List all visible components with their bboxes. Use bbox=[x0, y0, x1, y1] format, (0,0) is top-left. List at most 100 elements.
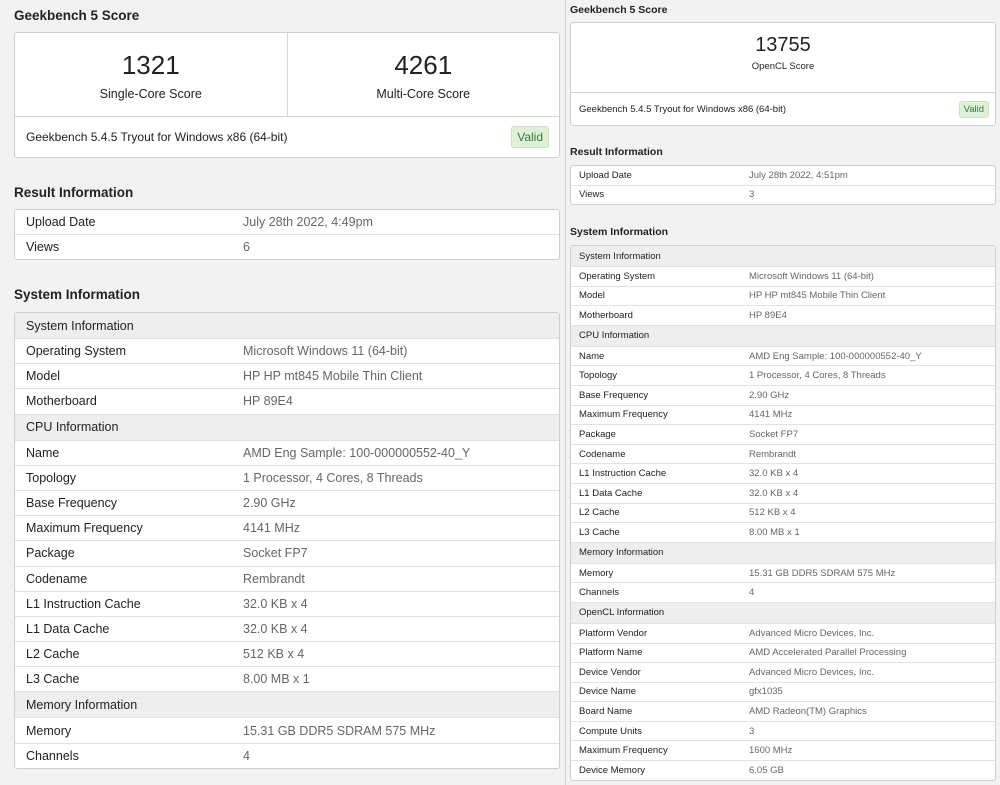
info-key: Motherboard bbox=[15, 388, 232, 415]
info-value: Microsoft Windows 11 (64-bit) bbox=[741, 266, 995, 287]
section-header-cpu-information: CPU Information bbox=[571, 325, 995, 347]
section-header-opencl-information: OpenCL Information bbox=[571, 602, 995, 624]
info-row-l1-data-cache: L1 Data Cache 32.0 KB x 4 bbox=[15, 616, 559, 643]
info-key: Codename bbox=[571, 444, 741, 465]
info-key: Channels bbox=[26, 748, 79, 763]
info-value: Advanced Micro Devices, Inc. bbox=[741, 662, 995, 683]
info-row-l1-instruction-cache: L1 Instruction Cache 32.0 KB x 4 bbox=[15, 591, 559, 617]
info-row-maximum-frequency: Maximum Frequency 4141 MHz bbox=[15, 515, 559, 542]
info-row-views: Views 6 bbox=[15, 235, 559, 260]
info-key: Package bbox=[15, 540, 232, 567]
info-value: Rembrandt bbox=[232, 566, 559, 592]
info-value: Socket FP7 bbox=[232, 540, 559, 567]
info-key: L3 Cache bbox=[15, 666, 232, 693]
system-info-title: System Information bbox=[570, 226, 669, 238]
info-value: HP HP mt845 Mobile Thin Client bbox=[741, 286, 995, 307]
info-value: AMD Accelerated Parallel Processing bbox=[741, 643, 995, 664]
info-row-motherboard: Motherboard HP 89E4 bbox=[15, 388, 559, 415]
info-row-device-memory: Device Memory 6.05 GB bbox=[571, 761, 995, 780]
info-row-base-frequency: Base Frequency 2.90 GHz bbox=[571, 385, 995, 406]
info-row-model: Model HP HP mt845 Mobile Thin Client bbox=[15, 363, 559, 390]
info-key: Platform Name bbox=[571, 643, 741, 664]
info-value: 32.0 KB x 4 bbox=[741, 463, 995, 484]
opencl-score-label: OpenCL Score bbox=[751, 61, 815, 72]
system-info-title: System Information bbox=[14, 287, 141, 302]
info-key: Topology bbox=[571, 365, 741, 386]
section-header-label: CPU Information bbox=[15, 414, 559, 441]
version-text: Geekbench 5.4.5 Tryout for Windows x86 (… bbox=[26, 130, 288, 144]
panel-divider bbox=[565, 0, 566, 785]
info-value: gfx1035 bbox=[741, 682, 995, 703]
info-row-memory: Memory 15.31 GB DDR5 SDRAM 575 MHz bbox=[571, 563, 995, 584]
info-key: L1 Data Cache bbox=[571, 483, 741, 504]
section-header-label: OpenCL Information bbox=[571, 602, 995, 624]
info-key: L1 Instruction Cache bbox=[15, 591, 232, 617]
opencl-score: 13755 bbox=[755, 34, 811, 56]
info-value: 512 KB x 4 bbox=[741, 503, 995, 524]
info-row-operating-system: Operating System Microsoft Windows 11 (64… bbox=[571, 266, 995, 287]
section-header-system-information: System Information bbox=[571, 246, 995, 267]
info-row-compute-units: Compute Units 3 bbox=[571, 721, 995, 742]
info-key: Upload Date bbox=[15, 210, 232, 236]
info-value: 15.31 GB DDR5 SDRAM 575 MHz bbox=[232, 717, 559, 744]
info-key: Device Memory bbox=[579, 764, 645, 776]
info-row-operating-system: Operating System Microsoft Windows 11 (64… bbox=[15, 338, 559, 365]
info-row-l2-cache: L2 Cache 512 KB x 4 bbox=[571, 503, 995, 524]
info-row-upload-date: Upload Date July 28th 2022, 4:51pm bbox=[571, 166, 995, 186]
info-row-device-name: Device Name gfx1035 bbox=[571, 682, 995, 703]
info-key: Maximum Frequency bbox=[571, 405, 741, 426]
info-key: Name bbox=[15, 440, 232, 466]
multi-core-label: Multi-Core Score bbox=[376, 87, 471, 101]
opencl-score-card: 13755 OpenCL Score Geekbench 5.4.5 Tryou… bbox=[570, 22, 996, 126]
info-key: L3 Cache bbox=[571, 522, 741, 543]
info-row-maximum-frequency: Maximum Frequency 1600 MHz bbox=[571, 740, 995, 762]
info-value: 4141 MHz bbox=[741, 405, 995, 426]
info-value: 2.90 GHz bbox=[232, 490, 559, 517]
valid-badge: Valid bbox=[511, 126, 549, 148]
info-row-topology: Topology 1 Processor, 4 Cores, 8 Threads bbox=[571, 365, 995, 386]
info-row-upload-date: Upload Date July 28th 2022, 4:49pm bbox=[15, 210, 559, 236]
info-row-codename: Codename Rembrandt bbox=[571, 444, 995, 465]
info-row-platform-vendor: Platform Vendor Advanced Micro Devices, I… bbox=[571, 623, 995, 644]
section-header-label: CPU Information bbox=[571, 325, 995, 347]
multi-core-score: 4261 bbox=[394, 50, 453, 80]
result-info-title: Result Information bbox=[570, 146, 663, 158]
info-key: L1 Data Cache bbox=[15, 616, 232, 643]
info-key: L2 Cache bbox=[571, 503, 741, 524]
info-value: 3 bbox=[749, 189, 755, 201]
section-header-system-information: System Information bbox=[15, 313, 559, 339]
score-card: 1321 Single-Core Score 4261 Multi-Core S… bbox=[14, 32, 560, 158]
info-key: Channels bbox=[571, 582, 741, 603]
info-row-name: Name AMD Eng Sample: 100-000000552-40_Y bbox=[571, 346, 995, 367]
score-section-title: Geekbench 5 Score bbox=[570, 4, 668, 16]
result-info-card: Upload Date July 28th 2022, 4:49pm Views 6 bbox=[14, 209, 560, 261]
info-key: Base Frequency bbox=[15, 490, 232, 517]
section-header-label: System Information bbox=[571, 246, 995, 267]
info-key: Operating System bbox=[571, 266, 741, 287]
score-section-title: Geekbench 5 Score bbox=[14, 8, 140, 23]
info-value: 32.0 KB x 4 bbox=[741, 483, 995, 504]
info-key: Compute Units bbox=[571, 721, 741, 742]
info-value: Rembrandt bbox=[741, 444, 995, 465]
section-header-memory-information: Memory Information bbox=[15, 691, 559, 719]
info-value: Microsoft Windows 11 (64-bit) bbox=[232, 338, 559, 365]
info-value: 6.05 GB bbox=[749, 764, 784, 776]
info-value: 8.00 MB x 1 bbox=[741, 522, 995, 543]
info-value: 1 Processor, 4 Cores, 8 Threads bbox=[741, 365, 995, 386]
result-info-title: Result Information bbox=[14, 185, 134, 200]
multi-core-score-cell: 4261 Multi-Core Score bbox=[286, 33, 560, 116]
info-key: Package bbox=[571, 424, 741, 445]
info-row-name: Name AMD Eng Sample: 100-000000552-40_Y bbox=[15, 440, 559, 466]
info-value: 4141 MHz bbox=[232, 515, 559, 542]
info-key: Maximum Frequency bbox=[15, 515, 232, 542]
info-row-topology: Topology 1 Processor, 4 Cores, 8 Threads bbox=[15, 465, 559, 491]
info-value: 8.00 MB x 1 bbox=[232, 666, 559, 693]
single-core-label: Single-Core Score bbox=[99, 87, 202, 101]
info-row-device-vendor: Device Vendor Advanced Micro Devices, Inc… bbox=[571, 662, 995, 683]
info-key: L2 Cache bbox=[15, 641, 232, 668]
info-row-base-frequency: Base Frequency 2.90 GHz bbox=[15, 490, 559, 517]
info-row-l1-instruction-cache: L1 Instruction Cache 32.0 KB x 4 bbox=[571, 463, 995, 484]
info-row-maximum-frequency: Maximum Frequency 4141 MHz bbox=[571, 405, 995, 426]
info-key: Device Vendor bbox=[571, 662, 741, 683]
info-value: HP 89E4 bbox=[232, 388, 559, 415]
